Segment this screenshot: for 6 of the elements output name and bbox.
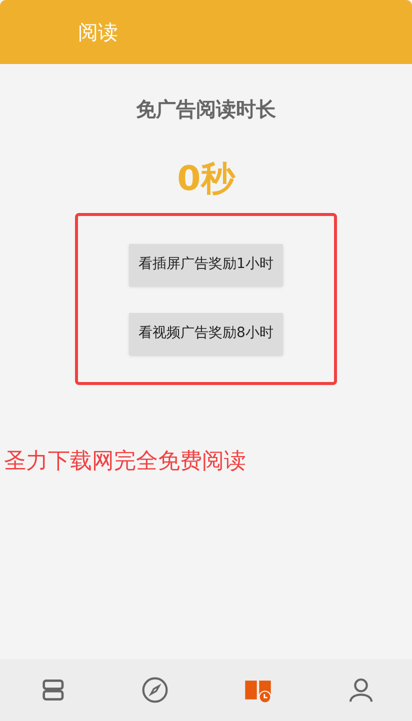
reward-button[interactable]: 看视频广告奖励8小时 xyxy=(128,312,284,354)
section-heading: 免广告阅读时长 xyxy=(136,96,276,123)
duration-value: 0秒 xyxy=(177,158,235,201)
app-bar-title: 阅读 xyxy=(78,19,118,46)
reward-button[interactable]: 看插屏广告奖励1小时 xyxy=(128,244,284,286)
notice-text: 圣力下载网完全免费阅读 xyxy=(4,448,246,476)
